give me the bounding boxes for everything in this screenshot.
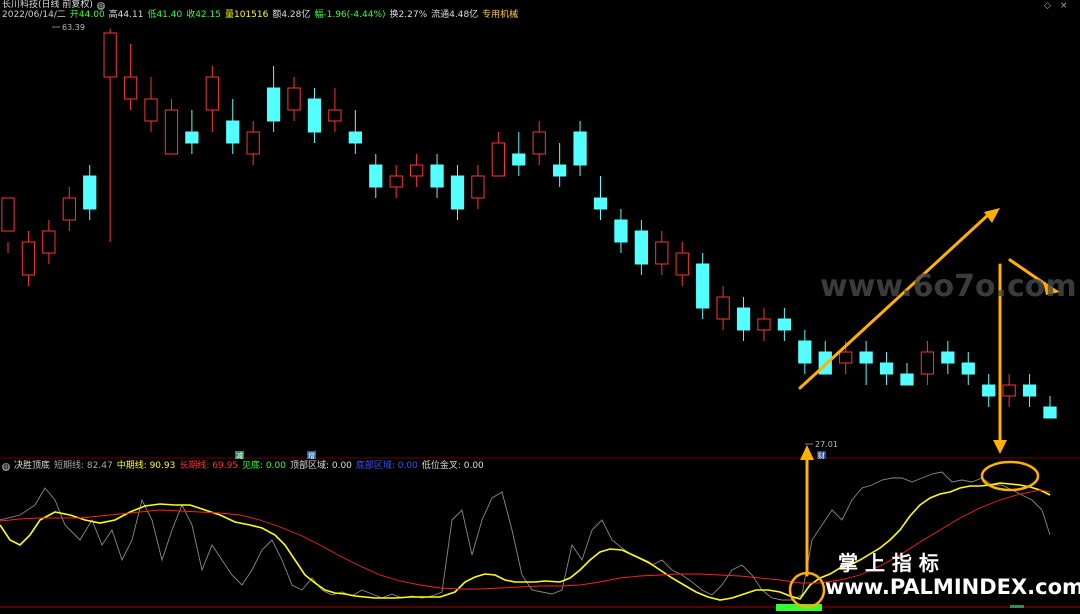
indicator-bottom: 见底: 0.00 bbox=[242, 461, 286, 471]
watermark-cn: 掌 上 指 标 bbox=[838, 551, 939, 575]
watermark-top: www.6o7o.com bbox=[820, 269, 1077, 304]
quote-float: 流通4.48亿 bbox=[431, 10, 479, 20]
quote-low: 低41.40 bbox=[147, 10, 183, 20]
candle-body[interactable] bbox=[62, 197, 76, 221]
candle-body[interactable] bbox=[614, 219, 628, 243]
candle-body[interactable] bbox=[491, 142, 505, 177]
candle-body[interactable] bbox=[736, 307, 751, 331]
candle-body[interactable] bbox=[369, 164, 383, 188]
restore-icon[interactable]: ◇ bbox=[1044, 1, 1051, 11]
candle-body[interactable] bbox=[879, 362, 894, 375]
candle-body[interactable] bbox=[287, 87, 301, 111]
candle-body[interactable] bbox=[1043, 406, 1057, 419]
candle-body[interactable] bbox=[859, 351, 873, 364]
candle-body[interactable] bbox=[920, 351, 935, 375]
quote-sector[interactable]: 专用机械 bbox=[482, 10, 518, 21]
candle-body[interactable] bbox=[83, 175, 97, 210]
candle-body[interactable] bbox=[246, 131, 260, 155]
indicator-mid: 中期线: 90.93 bbox=[116, 461, 176, 471]
candle-body[interactable] bbox=[777, 318, 792, 331]
quote-change: 幅-1.96(-4.44%) bbox=[314, 10, 386, 20]
quote-turnover: 换2.27% bbox=[389, 10, 428, 20]
candle-body[interactable] bbox=[450, 175, 465, 210]
indicator-top-zone: 顶部区域: 0.00 bbox=[289, 461, 352, 471]
candle-body[interactable] bbox=[144, 98, 158, 122]
candle-body[interactable] bbox=[798, 340, 812, 364]
candle-body[interactable] bbox=[226, 120, 240, 144]
indicator-name[interactable]: 决胜顶底 bbox=[14, 461, 50, 472]
indicator-short: 短期线: 82.47 bbox=[54, 461, 113, 471]
close-icon[interactable]: × bbox=[1060, 1, 1068, 11]
candle-body[interactable] bbox=[430, 164, 444, 188]
settings-icon[interactable]: ⚙ bbox=[96, 1, 105, 10]
candle-body[interactable] bbox=[1002, 384, 1016, 397]
candle-body[interactable] bbox=[675, 252, 689, 276]
quote-info-bar: 2022/06/14/二 开44.00 高44.11 低41.40 收42.15… bbox=[2, 10, 518, 21]
annotation-arrows bbox=[798, 208, 1060, 577]
candle-body[interactable] bbox=[42, 230, 56, 254]
candle-body[interactable] bbox=[512, 153, 526, 166]
quote-date: 2022/06/14/二 bbox=[2, 10, 66, 20]
candle-body[interactable] bbox=[982, 384, 996, 397]
indicator-settings-icon[interactable]: ⚙ bbox=[2, 462, 10, 471]
candle-body[interactable] bbox=[532, 131, 546, 155]
event-marker-finance-label: 财 bbox=[818, 451, 825, 460]
arrow-head-down bbox=[993, 440, 1007, 454]
candle-body[interactable] bbox=[328, 109, 342, 122]
candle-body[interactable] bbox=[164, 109, 179, 155]
candle-body[interactable] bbox=[716, 296, 730, 320]
candle-body[interactable] bbox=[696, 263, 710, 309]
indicator-bottom-zone: 底部区域: 0.00 bbox=[355, 461, 418, 471]
candle-body[interactable] bbox=[471, 175, 485, 199]
candle-body[interactable] bbox=[655, 241, 669, 265]
indicator-legend-bar: ⚙ 决胜顶底 短期线: 82.47 中期线: 90.93 长期线: 69.95 … bbox=[2, 461, 484, 472]
candle-body[interactable] bbox=[941, 351, 955, 364]
candle-body[interactable] bbox=[839, 351, 853, 364]
candle-body[interactable] bbox=[634, 230, 649, 265]
event-marker-reduce-label: 减 bbox=[236, 451, 243, 460]
event-marker-increase-label: 增 bbox=[308, 451, 315, 460]
candle-body[interactable] bbox=[205, 76, 219, 111]
quote-amount: 额4.28亿 bbox=[272, 10, 311, 20]
min-price-label: 27.01 bbox=[815, 440, 838, 449]
candle-body[interactable] bbox=[266, 87, 281, 122]
price-chart[interactable]: 63.39 27.01 减 增 财 www.6o7o.com 掌 上 指 标 w… bbox=[0, 0, 1080, 614]
candle-body[interactable] bbox=[900, 373, 914, 386]
quote-close: 收42.15 bbox=[186, 10, 221, 20]
quote-volume: 量101516 bbox=[224, 10, 269, 20]
candle-body[interactable] bbox=[1022, 384, 1037, 397]
bottom-signal-bar-small bbox=[1010, 605, 1024, 608]
candle-body[interactable] bbox=[1, 197, 15, 232]
candle-body[interactable] bbox=[553, 164, 567, 177]
watermark-bottom: www.PALMINDEX.com bbox=[825, 575, 1080, 599]
highlight-circle-top bbox=[980, 460, 1040, 492]
candle-body[interactable] bbox=[103, 32, 117, 78]
quote-open: 开44.00 bbox=[69, 10, 105, 20]
candle-body[interactable] bbox=[593, 197, 608, 210]
candle-body[interactable] bbox=[573, 131, 587, 166]
candle-body[interactable] bbox=[185, 131, 199, 144]
candlestick-series bbox=[1, 28, 1057, 419]
indicator-long: 长期线: 69.95 bbox=[179, 461, 239, 471]
arrow-head-up bbox=[800, 445, 814, 460]
candle-body[interactable] bbox=[348, 131, 362, 144]
indicator-golden-cross: 低位金叉: 0.00 bbox=[421, 461, 484, 471]
candle-body[interactable] bbox=[123, 76, 138, 100]
candle-body[interactable] bbox=[961, 362, 975, 375]
max-price-label: 63.39 bbox=[62, 23, 85, 32]
candle-body[interactable] bbox=[409, 164, 424, 177]
quote-high: 高44.11 bbox=[108, 10, 144, 20]
candle-body[interactable] bbox=[389, 175, 403, 188]
candle-body[interactable] bbox=[307, 98, 322, 133]
candle-body[interactable] bbox=[757, 318, 771, 331]
candle-body[interactable] bbox=[21, 241, 36, 276]
